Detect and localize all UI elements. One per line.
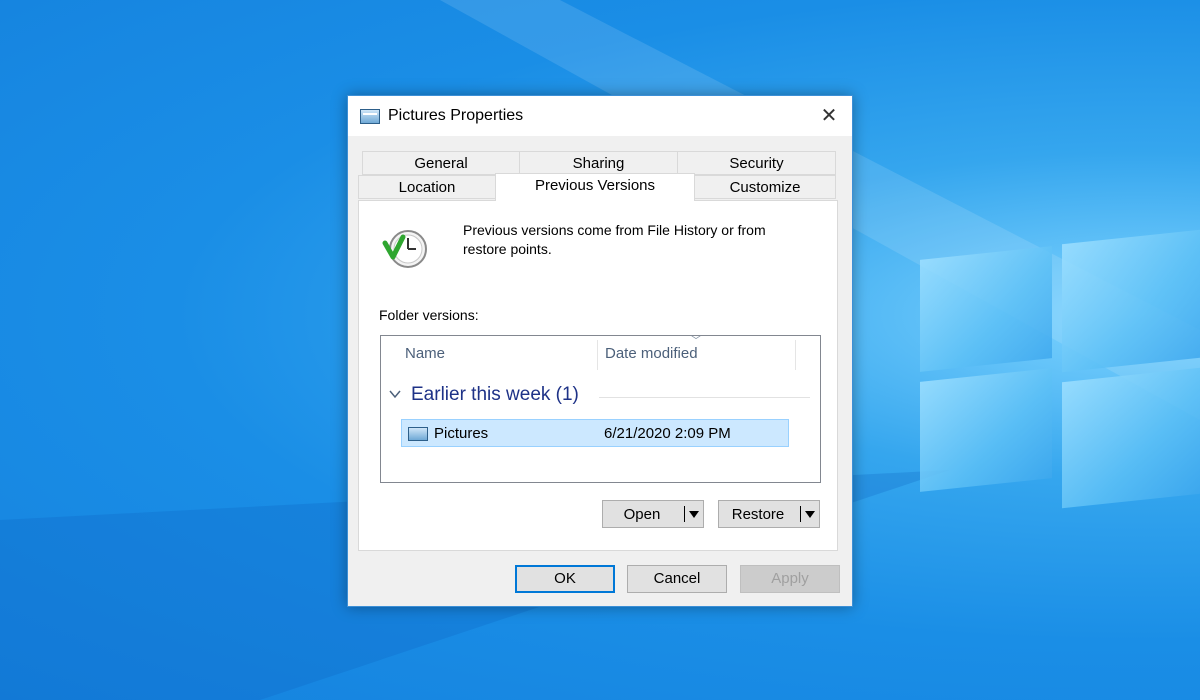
folder-versions-label: Folder versions:: [379, 307, 479, 323]
tab-previous-versions[interactable]: Previous Versions: [495, 173, 695, 201]
item-name: Pictures: [434, 425, 489, 442]
cancel-button[interactable]: Cancel: [627, 565, 727, 593]
column-separator: [795, 340, 796, 370]
tab-location[interactable]: Location: [358, 175, 496, 199]
restore-button[interactable]: Restore: [719, 501, 797, 527]
windows-logo: [920, 225, 1200, 515]
file-history-clock-icon: [382, 230, 427, 268]
apply-button[interactable]: Apply: [740, 565, 840, 593]
folder-icon: [360, 109, 380, 124]
dropdown-arrow-icon[interactable]: [805, 511, 815, 518]
restore-split-button[interactable]: Restore: [718, 500, 820, 528]
item-date: 6/21/2020 2:09 PM: [604, 425, 731, 442]
dropdown-arrow-icon[interactable]: [689, 511, 699, 518]
split-divider: [800, 506, 801, 522]
column-name[interactable]: Name: [405, 336, 445, 368]
split-divider: [684, 506, 685, 522]
chevron-down-icon[interactable]: [389, 388, 401, 400]
tab-security[interactable]: Security: [677, 151, 836, 175]
intro-text: Previous versions come from File History…: [463, 222, 766, 257]
ok-button[interactable]: OK: [515, 565, 615, 593]
open-button[interactable]: Open: [603, 501, 681, 527]
dialog-title: Pictures Properties: [388, 107, 524, 124]
tab-general[interactable]: General: [362, 151, 520, 175]
title-bar: Pictures Properties ✕: [348, 96, 852, 136]
properties-dialog: Pictures Properties ✕ General Sharing Se…: [347, 95, 853, 607]
list-item[interactable]: Pictures 6/21/2020 2:09 PM: [401, 419, 789, 447]
tab-sharing[interactable]: Sharing: [519, 151, 678, 175]
previous-versions-panel: Previous versions come from File History…: [358, 200, 838, 551]
tab-customize[interactable]: Customize: [694, 175, 836, 199]
versions-list[interactable]: Name ﹀ Date modified Earlier this week (…: [380, 335, 821, 483]
column-date-modified[interactable]: Date modified: [605, 336, 698, 368]
folder-icon: [408, 427, 428, 441]
open-split-button[interactable]: Open: [602, 500, 704, 528]
column-separator: [597, 340, 598, 370]
group-header[interactable]: Earlier this week (1): [411, 384, 579, 406]
close-button[interactable]: ✕: [806, 96, 852, 136]
group-divider: [599, 397, 810, 398]
